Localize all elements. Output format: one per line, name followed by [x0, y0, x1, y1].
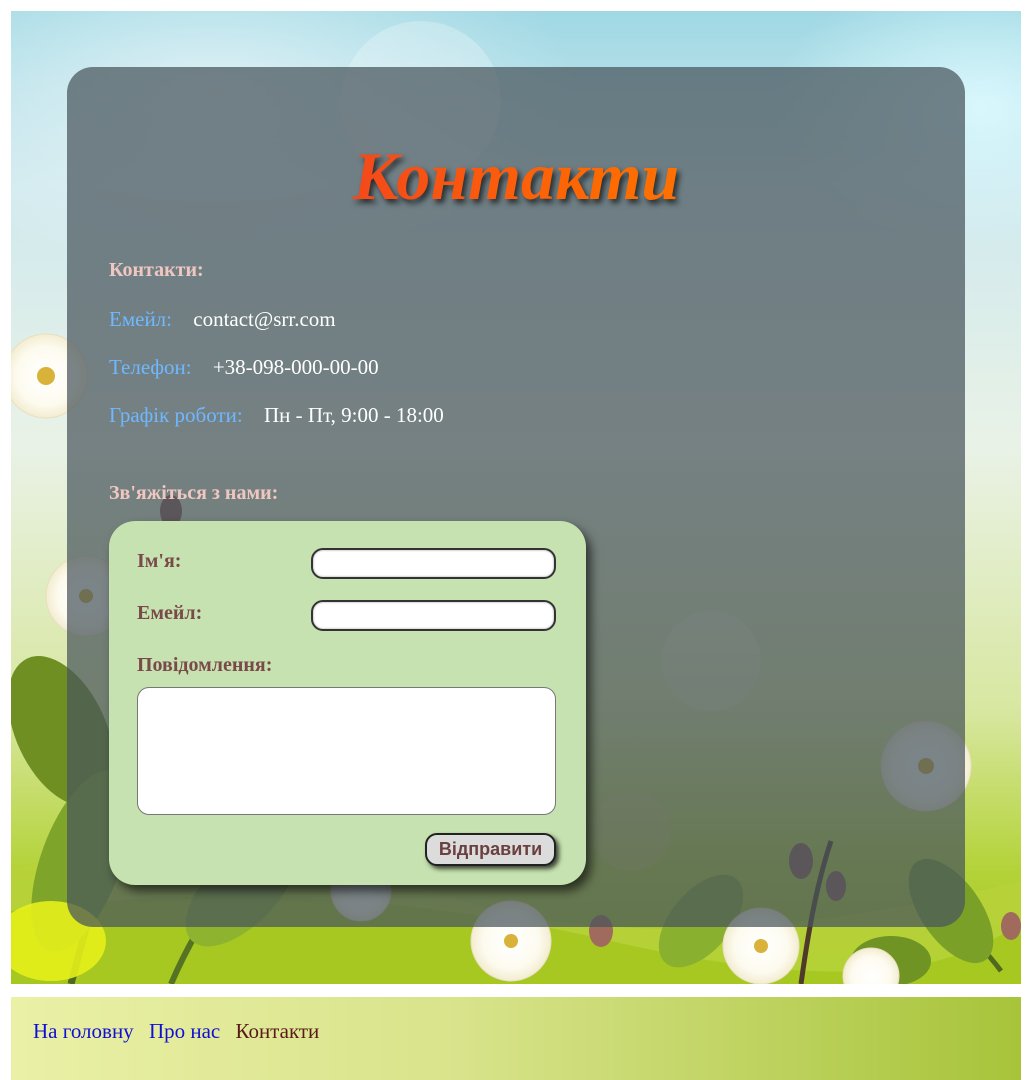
hours-row: Графік роботи: Пн - Пт, 9:00 - 18:00 — [109, 403, 444, 428]
form-email-label: Емейл: — [137, 602, 203, 624]
contact-form-heading: Зв'яжіться з нами: — [109, 482, 279, 504]
page-title: Контакти — [67, 136, 965, 216]
footer-nav-bar: На головну Про нас Контакти — [11, 997, 1021, 1080]
content-panel: Контакти Контакти: Емейл: contact@srr.co… — [67, 67, 965, 927]
hours-value: Пн - Пт, 9:00 - 18:00 — [263, 403, 444, 427]
email-label: Емейл: — [109, 307, 172, 331]
name-input[interactable] — [311, 548, 556, 579]
email-value: contact@srr.com — [193, 307, 336, 331]
phone-row: Телефон: +38-098-000-00-00 — [109, 355, 379, 380]
nav-link-home[interactable]: На головну — [33, 1019, 134, 1043]
hours-label: Графік роботи: — [109, 403, 243, 427]
contact-form: Ім'я: Емейл: Повідомлення: Відправити — [109, 521, 586, 885]
footer-nav: На головну Про нас Контакти — [33, 1019, 329, 1044]
send-button[interactable]: Відправити — [425, 833, 556, 866]
nav-link-about[interactable]: Про нас — [149, 1019, 220, 1043]
nav-link-contacts[interactable]: Контакти — [235, 1019, 319, 1043]
phone-label: Телефон: — [109, 355, 192, 379]
email-row: Емейл: contact@srr.com — [109, 307, 336, 332]
name-label: Ім'я: — [137, 550, 182, 572]
contacts-heading: Контакти: — [109, 259, 204, 281]
message-label: Повідомлення: — [137, 654, 273, 676]
message-textarea[interactable] — [137, 687, 556, 815]
email-input[interactable] — [311, 600, 556, 631]
phone-value: +38-098-000-00-00 — [212, 355, 379, 379]
